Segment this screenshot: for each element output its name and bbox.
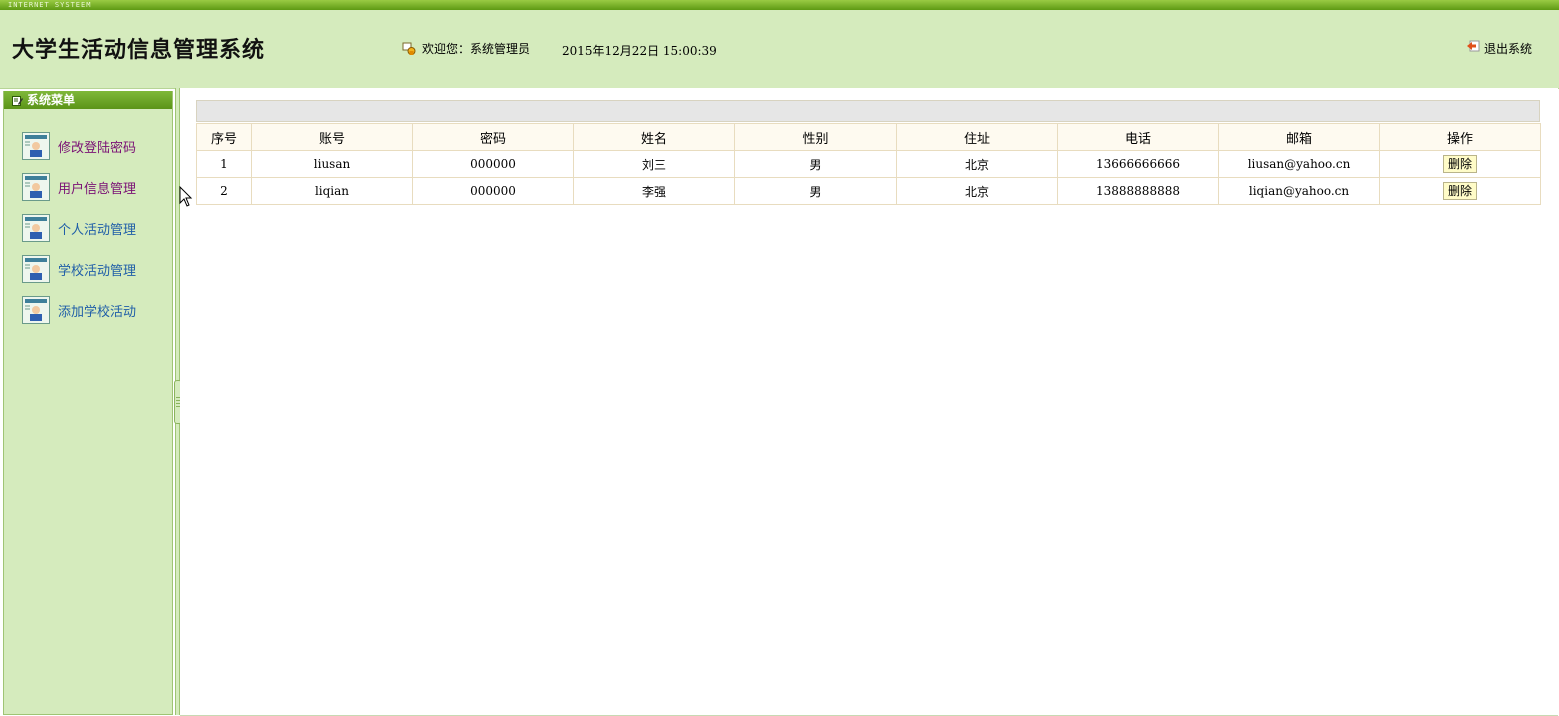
table-cell-actions: 删除	[1379, 177, 1541, 205]
welcome-label: 欢迎您：系统管理员	[422, 42, 531, 56]
sidebar-title: 系统菜单	[27, 93, 76, 107]
table-cell: 北京	[896, 177, 1058, 205]
table-row: 1 liusan 000000 刘三 男 北京 13666666666 lius…	[196, 150, 1541, 178]
app-title: 大学生活动信息管理系统	[12, 37, 266, 63]
logout-label: 退出系统	[1484, 42, 1533, 56]
table-cell: liqian	[251, 177, 413, 205]
sidebar-item-label: 添加学校活动	[58, 304, 137, 320]
user-lock-icon	[402, 42, 416, 55]
current-datetime: 2015年12月22日 15:00:39	[562, 44, 717, 58]
sidebar-item-user-management[interactable]: 用户信息管理	[22, 172, 136, 202]
sidebar-item-label: 用户信息管理	[58, 181, 137, 197]
column-header: 账号	[251, 123, 413, 151]
table-row: 2 liqian 000000 李强 男 北京 13888888888 liqi…	[196, 177, 1541, 205]
header: 大学生活动信息管理系统 欢迎您：系统管理员 2015年12月22日 15:00:…	[0, 10, 1559, 89]
delete-button[interactable]: 删除	[1442, 155, 1477, 173]
table-cell: liusan@yahoo.cn	[1218, 150, 1380, 178]
user-card-icon	[22, 255, 50, 283]
sidebar: 系统菜单 修改登陆密码 用户信息管理 个人活动管理 学校活动管理 添加学校活动	[3, 91, 173, 715]
sidebar-item-personal-activity[interactable]: 个人活动管理	[22, 213, 136, 243]
sidebar-item-label: 修改登陆密码	[58, 140, 137, 156]
menu-edit-icon	[12, 95, 23, 106]
table-cell: 李强	[573, 177, 735, 205]
table-caption-bar	[196, 100, 1540, 122]
delete-button[interactable]: 删除	[1442, 182, 1477, 200]
table-cell: 000000	[412, 150, 574, 178]
column-header: 住址	[896, 123, 1058, 151]
user-card-icon	[22, 296, 50, 324]
table-cell: 2	[196, 177, 252, 205]
mouse-cursor-icon	[179, 186, 193, 207]
top-strip: INTERNET SYSTEEM	[0, 0, 1559, 10]
table-cell-actions: 删除	[1379, 150, 1541, 178]
user-card-icon	[22, 132, 50, 160]
welcome-text: 欢迎您：系统管理员	[402, 40, 530, 57]
sidebar-header: 系统菜单	[4, 91, 172, 109]
sidebar-menu: 修改登陆密码 用户信息管理 个人活动管理 学校活动管理 添加学校活动	[22, 131, 136, 336]
table-cell: 刘三	[573, 150, 735, 178]
sidebar-item-label: 学校活动管理	[58, 263, 137, 279]
table-cell: 男	[734, 177, 897, 205]
table-cell: 男	[734, 150, 897, 178]
sidebar-item-add-school-activity[interactable]: 添加学校活动	[22, 295, 136, 325]
main-content: 序号 账号 密码 姓名 性别 住址 电话 邮箱 操作 1 liusan 0000…	[180, 88, 1558, 716]
exit-icon	[1467, 40, 1480, 51]
column-header: 电话	[1057, 123, 1219, 151]
sidebar-item-change-password[interactable]: 修改登陆密码	[22, 131, 136, 161]
user-card-icon	[22, 173, 50, 201]
table-cell: 13888888888	[1057, 177, 1219, 205]
logout-link[interactable]: 退出系统	[1466, 40, 1532, 57]
column-header: 操作	[1379, 123, 1541, 151]
table-cell: liusan	[251, 150, 413, 178]
table-cell: liqian@yahoo.cn	[1218, 177, 1380, 205]
table-cell: 北京	[896, 150, 1058, 178]
sidebar-item-label: 个人活动管理	[58, 222, 137, 238]
column-header: 邮箱	[1218, 123, 1380, 151]
column-header: 序号	[196, 123, 252, 151]
column-header: 姓名	[573, 123, 735, 151]
user-card-icon	[22, 214, 50, 242]
table-cell: 13666666666	[1057, 150, 1219, 178]
table-cell: 000000	[412, 177, 574, 205]
column-header: 密码	[412, 123, 574, 151]
sidebar-item-school-activity[interactable]: 学校活动管理	[22, 254, 136, 284]
table-cell: 1	[196, 150, 252, 178]
system-tag: INTERNET SYSTEEM	[8, 1, 92, 9]
table-header-row: 序号 账号 密码 姓名 性别 住址 电话 邮箱 操作	[196, 123, 1541, 151]
user-table: 序号 账号 密码 姓名 性别 住址 电话 邮箱 操作 1 liusan 0000…	[196, 123, 1541, 205]
column-header: 性别	[734, 123, 897, 151]
